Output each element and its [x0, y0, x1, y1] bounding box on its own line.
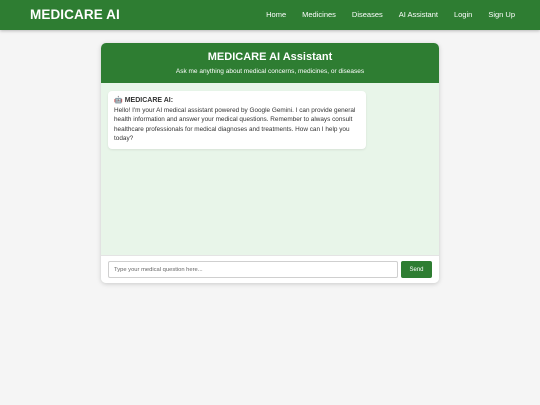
chat-card: MEDICARE AI Assistant Ask me anything ab… — [101, 43, 439, 283]
chat-messages-area[interactable]: 🤖 MEDICARE AI: Hello! I'm your AI medical… — [101, 83, 439, 283]
chat-subtitle: Ask me anything about medical concerns, … — [175, 68, 365, 75]
chat-header: MEDICARE AI Assistant Ask me anything ab… — [101, 43, 439, 83]
brand-logo[interactable]: MEDICARE AI — [30, 7, 120, 22]
ai-message: 🤖 MEDICARE AI: Hello! I'm your AI medical… — [108, 91, 366, 149]
nav-link-home[interactable]: Home — [266, 10, 286, 19]
nav-links: Home Medicines Diseases AI Assistant Log… — [250, 10, 515, 19]
send-button[interactable]: Send — [401, 261, 432, 278]
nav-link-medicines[interactable]: Medicines — [302, 10, 336, 19]
nav-link-sign-up[interactable]: Sign Up — [488, 10, 515, 19]
message-text: Hello! I'm your AI medical assistant pow… — [114, 107, 356, 143]
navbar: MEDICARE AI Home Medicines Diseases AI A… — [0, 0, 540, 30]
nav-link-login[interactable]: Login — [454, 10, 472, 19]
robot-icon: 🤖 — [114, 97, 123, 104]
nav-link-diseases[interactable]: Diseases — [352, 10, 383, 19]
message-sender: MEDICARE AI: — [124, 97, 174, 104]
chat-input-bar: Send — [101, 255, 439, 283]
chat-input[interactable] — [108, 261, 398, 278]
chat-title: MEDICARE AI Assistant — [207, 51, 333, 63]
nav-link-ai-assistant[interactable]: AI Assistant — [399, 10, 438, 19]
message-sender-line: 🤖 MEDICARE AI: — [114, 96, 360, 106]
